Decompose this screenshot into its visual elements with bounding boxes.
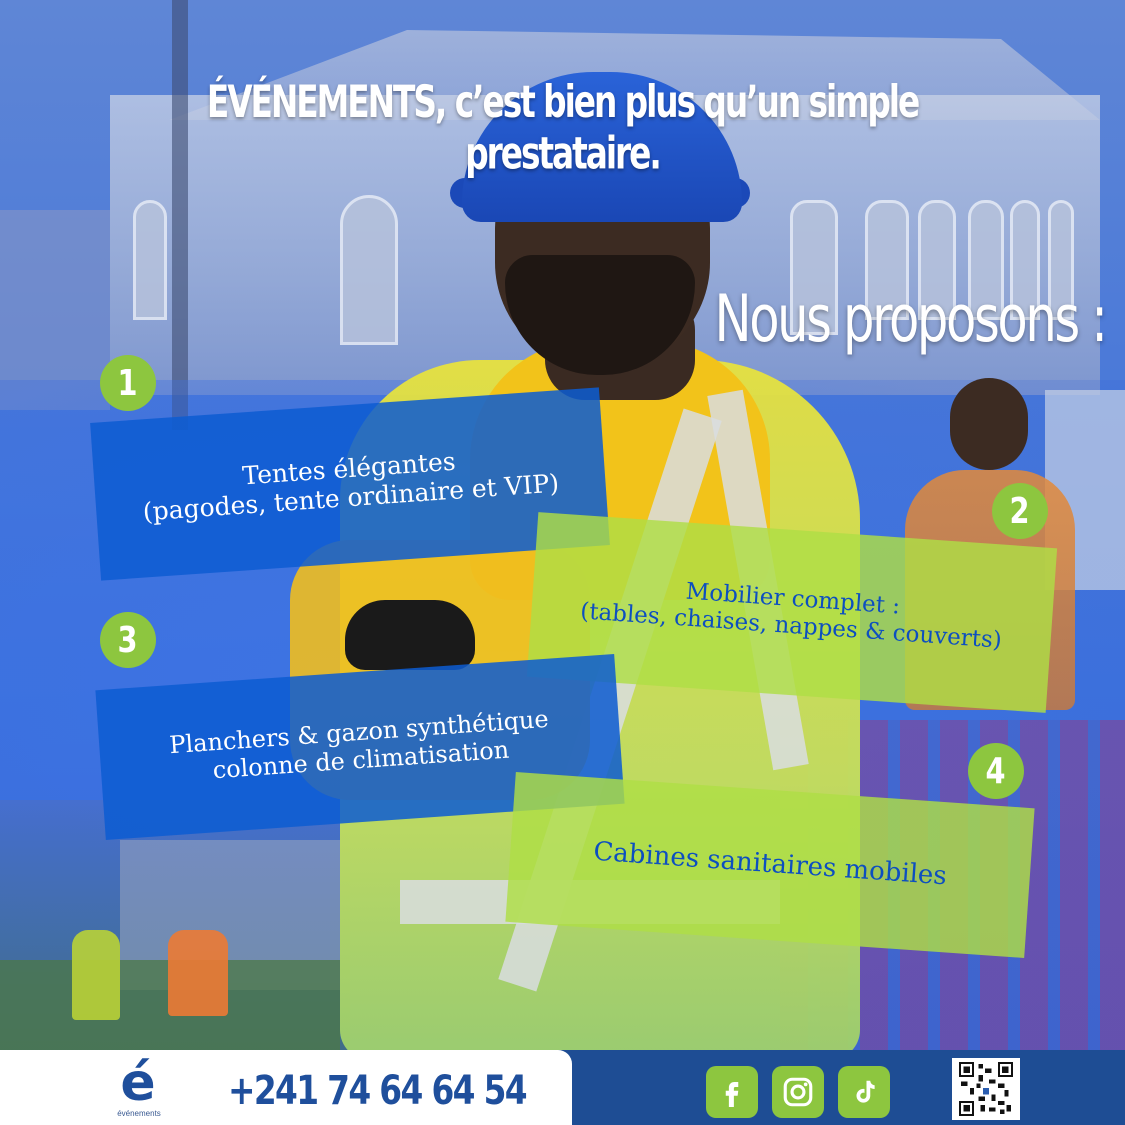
phone-number[interactable]: +241 74 64 64 54 (228, 1068, 528, 1114)
offer-text-3: Planchers & gazon synthétique colonne de… (168, 705, 550, 785)
offer-number-4: 4 (968, 743, 1024, 799)
offer-number-2: 2 (992, 483, 1048, 539)
brand-logo: é événements (117, 1053, 161, 1118)
offer-text-4: Cabines sanitaires mobiles (592, 836, 948, 892)
headline: ÉVÉNEMENTS, c’est bien plus qu’un simple… (206, 76, 920, 180)
tiktok-icon[interactable] (838, 1066, 890, 1118)
offer-number-3: 3 (100, 612, 156, 668)
worker-yellow-vest (72, 930, 120, 1020)
offer-text-1: Tentes élégantes (pagodes, tente ordinai… (141, 446, 560, 527)
qr-code[interactable] (952, 1058, 1020, 1120)
facebook-icon[interactable] (706, 1066, 758, 1118)
instagram-icon[interactable] (772, 1066, 824, 1118)
offer-number-1: 1 (100, 355, 156, 411)
offer-text-2: Mobilier complet : (tables, chaises, nap… (579, 578, 1003, 654)
subheadline: Nous proposons : (714, 280, 1108, 357)
worker-orange-vest (168, 930, 228, 1016)
